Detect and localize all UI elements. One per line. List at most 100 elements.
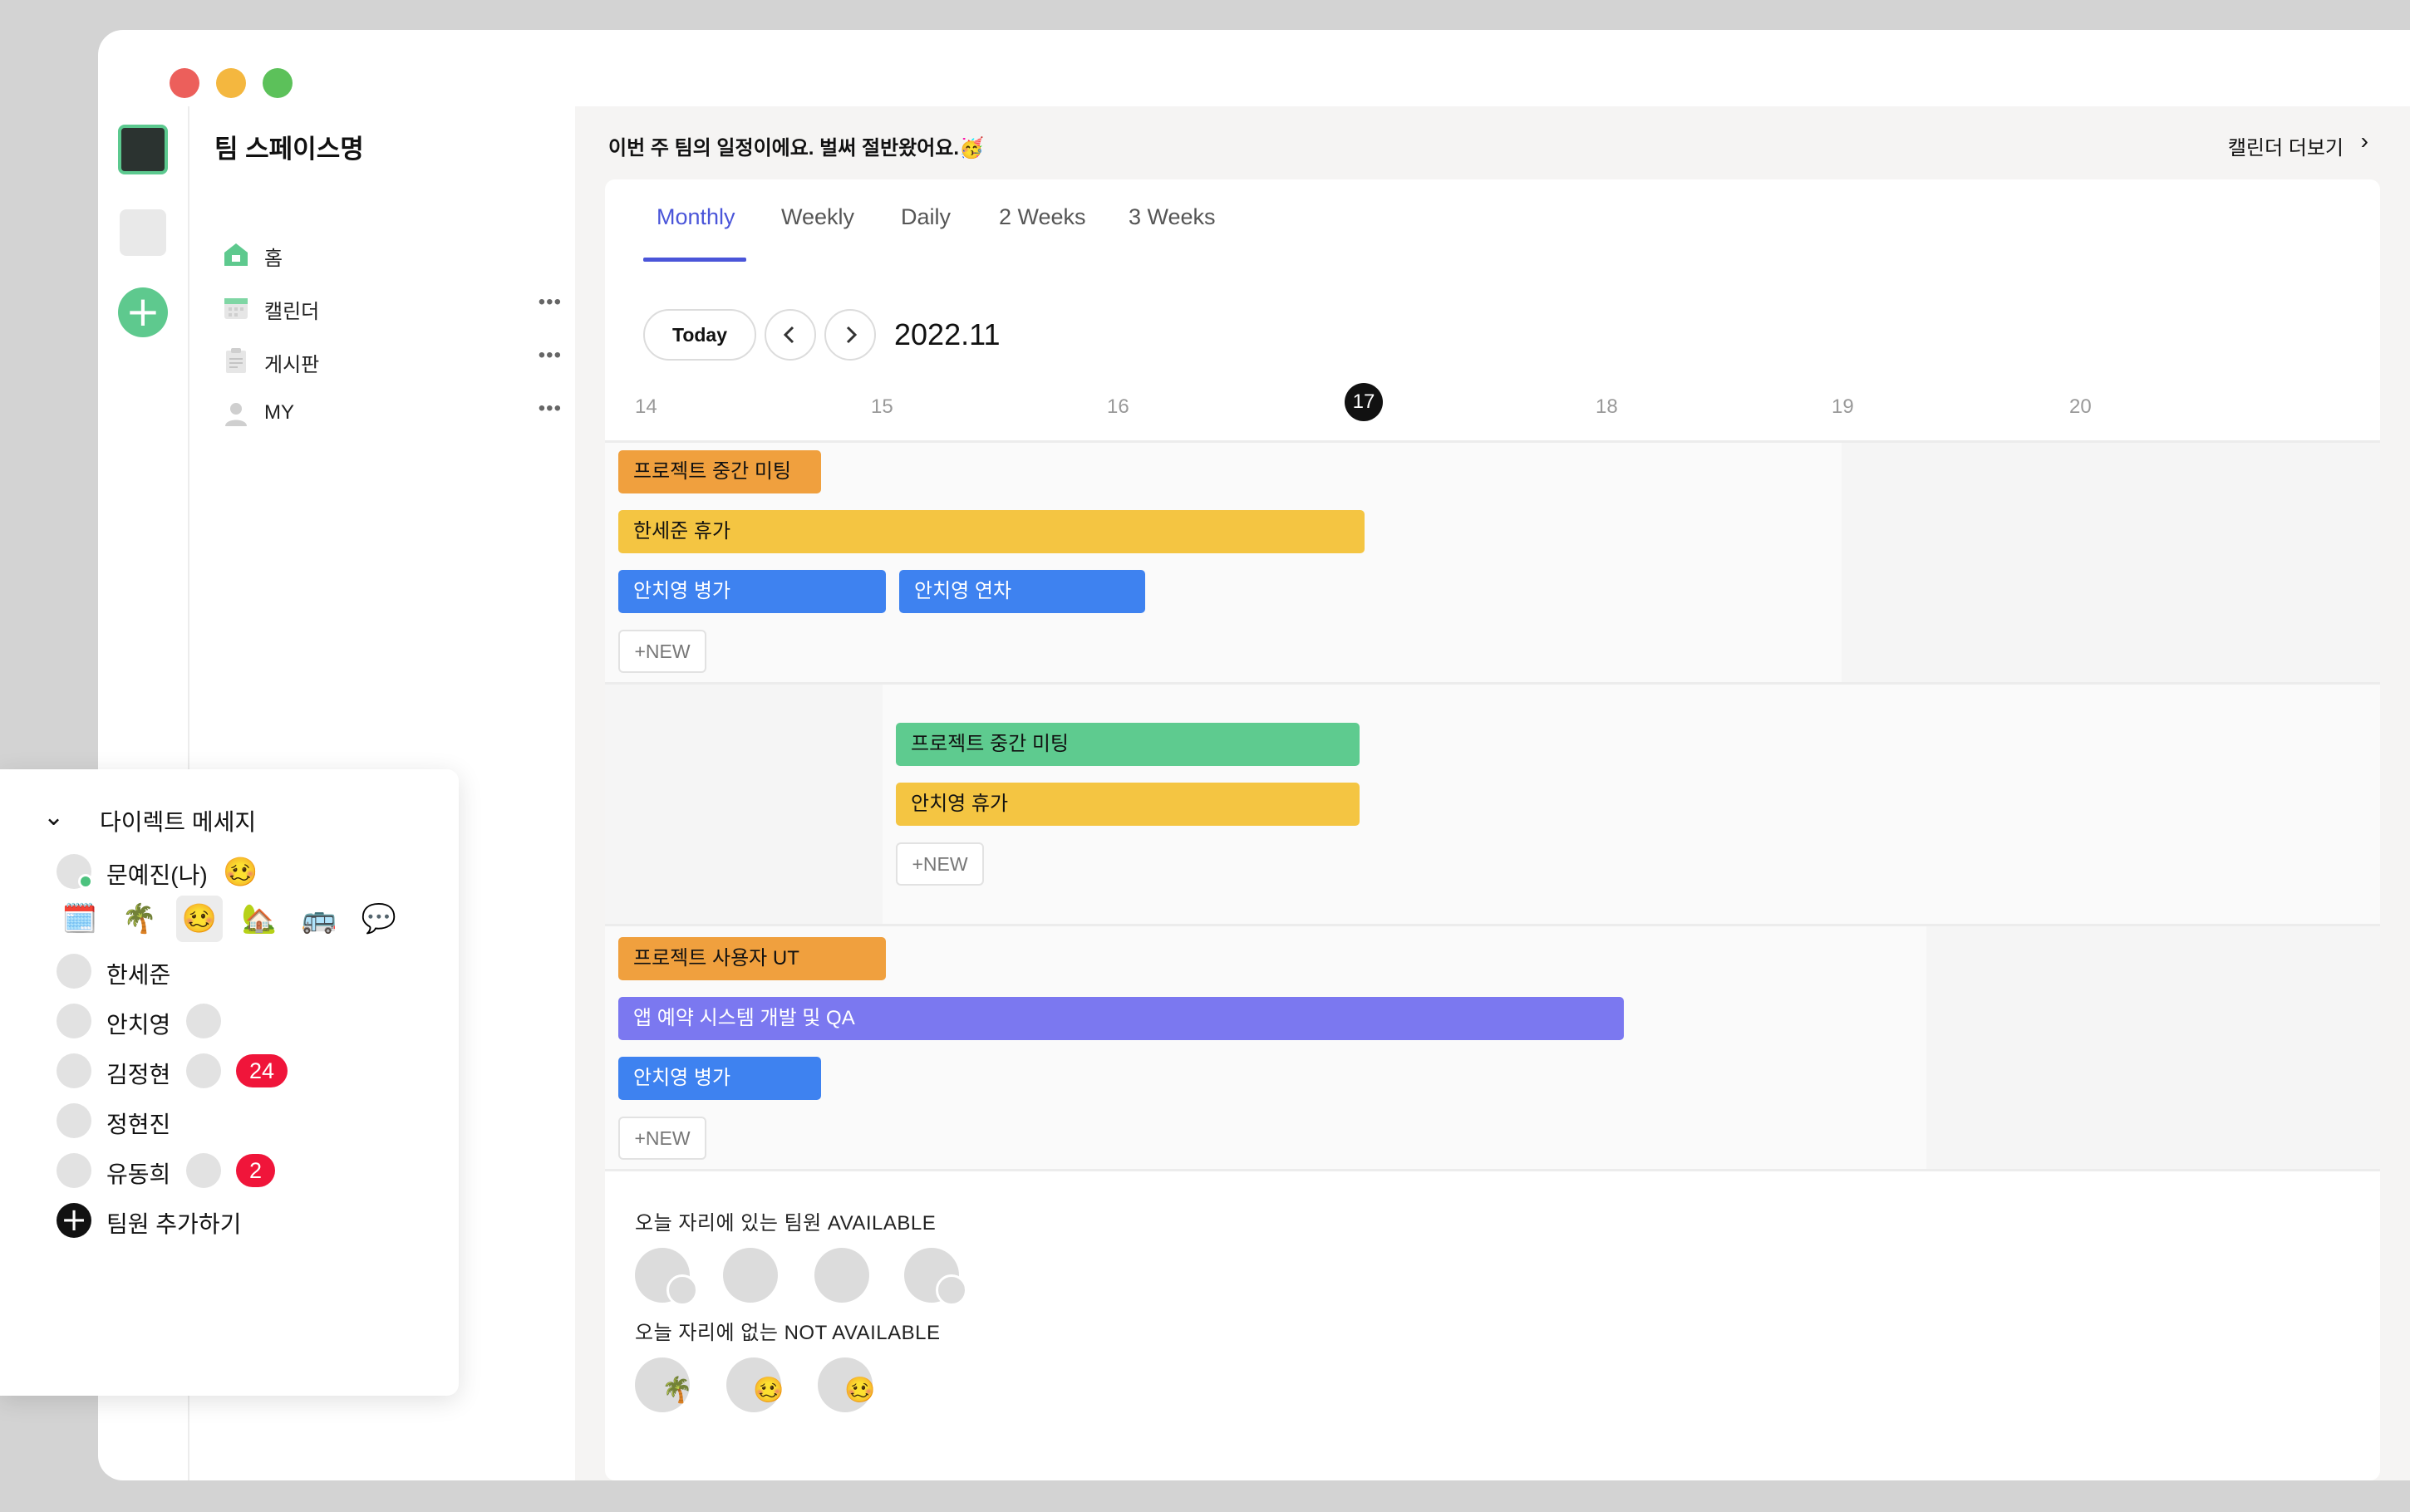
- avatar: [57, 1004, 91, 1038]
- dm-item[interactable]: 유동희 2: [57, 1151, 439, 1190]
- day-label: 16: [1107, 395, 1129, 418]
- day-label: 19: [1832, 395, 1854, 418]
- woozy-face-icon: 🥴: [753, 1376, 784, 1405]
- bus-icon[interactable]: 🚌: [296, 896, 342, 942]
- event-bar[interactable]: 프로젝트 중간 미팅: [896, 723, 1360, 766]
- calendar-panel: Monthly Weekly Daily 2 Weeks 3 Weeks Tod…: [605, 179, 2380, 1480]
- calendar-more-link[interactable]: 캘린더 더보기: [2228, 131, 2344, 160]
- house-icon[interactable]: 🏡: [236, 896, 283, 942]
- minimize-window-button[interactable]: [216, 68, 246, 98]
- main-content: 이번 주 팀의 일정이에요. 벌써 절반왔어요.🥳 캘린더 더보기 › Mont…: [575, 106, 2410, 1480]
- tab-daily[interactable]: Daily: [901, 204, 951, 230]
- event-bar[interactable]: 한세준 휴가: [618, 510, 1365, 553]
- add-workspace-button[interactable]: +: [118, 287, 168, 337]
- event-bar[interactable]: 안치영 병가: [618, 1057, 821, 1100]
- chevron-right-icon[interactable]: ›: [2361, 128, 2368, 155]
- member-name: 김정현: [106, 1062, 171, 1087]
- status-icon: [186, 1004, 221, 1038]
- day-label: 18: [1596, 395, 1618, 418]
- sidebar-item-home[interactable]: 홈: [223, 236, 563, 272]
- today-button[interactable]: Today: [643, 309, 756, 361]
- member-name: 문예진(나): [106, 862, 208, 888]
- maximize-window-button[interactable]: [263, 68, 293, 98]
- tab-3-weeks[interactable]: 3 Weeks: [1129, 204, 1216, 230]
- workspace-placeholder[interactable]: [120, 209, 166, 256]
- not-available-title: 오늘 자리에 없는 NOT AVAILABLE: [635, 1322, 941, 1344]
- add-member-label: 팀원 추가하기: [106, 1211, 242, 1237]
- more-options-icon[interactable]: •••: [539, 397, 562, 420]
- workspace-thumbnail[interactable]: [118, 125, 168, 174]
- unread-badge: 2: [236, 1154, 276, 1187]
- woozy-face-icon[interactable]: 🥴: [223, 856, 258, 889]
- event-bar[interactable]: 안치영 병가: [618, 570, 886, 613]
- status-icon: [186, 1153, 221, 1188]
- sidebar-item-my[interactable]: MY •••: [223, 395, 563, 432]
- team-name: 팀 스페이스명: [214, 135, 364, 164]
- palm-tree-icon: 🌴: [662, 1376, 693, 1405]
- day-label: 14: [635, 395, 657, 418]
- speech-bubble-icon[interactable]: 💬: [356, 896, 402, 942]
- member-name: 유동희: [106, 1161, 171, 1187]
- chevron-down-icon[interactable]: ⌄: [43, 803, 64, 832]
- tab-weekly[interactable]: Weekly: [781, 204, 854, 230]
- current-month: 2022.11: [894, 317, 1001, 351]
- new-event-button[interactable]: +NEW: [618, 1117, 706, 1160]
- avatar[interactable]: [723, 1248, 778, 1303]
- avatar: [57, 1103, 91, 1138]
- prev-month-button[interactable]: [765, 309, 816, 361]
- direct-message-panel: ⌄ 다이렉트 메세지 문예진(나) 🥴 🗓️ 🌴 🥴 🏡 🚌 💬 한세준 안치영…: [0, 769, 459, 1396]
- direct-message-title: 다이렉트 메세지: [100, 809, 257, 835]
- more-options-icon[interactable]: •••: [539, 291, 562, 314]
- more-options-icon[interactable]: •••: [539, 344, 562, 367]
- person-icon: [225, 403, 247, 426]
- tab-2-weeks[interactable]: 2 Weeks: [999, 204, 1086, 230]
- event-bar[interactable]: 프로젝트 중간 미팅: [618, 450, 821, 493]
- row-divider: [605, 1169, 2380, 1171]
- new-event-button[interactable]: +NEW: [896, 842, 984, 886]
- new-event-button[interactable]: +NEW: [618, 630, 706, 673]
- avatar: [57, 954, 91, 989]
- status-dot: [666, 1274, 698, 1306]
- day-label: 15: [871, 395, 893, 418]
- next-month-button[interactable]: [824, 309, 876, 361]
- dm-item[interactable]: 정현진: [57, 1102, 439, 1140]
- add-member-button[interactable]: + 팀원 추가하기: [57, 1201, 439, 1240]
- week-banner: 이번 주 팀의 일정이에요. 벌써 절반왔어요.🥳: [608, 137, 984, 160]
- member-name: 안치영: [106, 1012, 171, 1038]
- event-bar[interactable]: 앱 예약 시스템 개발 및 QA: [618, 997, 1624, 1040]
- event-bar[interactable]: 안치영 휴가: [896, 783, 1360, 826]
- chevron-right-icon: [846, 326, 858, 344]
- active-tab-indicator: [643, 258, 746, 262]
- tab-monthly[interactable]: Monthly: [657, 204, 735, 230]
- close-window-button[interactable]: [170, 68, 199, 98]
- calendar-emoji-icon[interactable]: 🗓️: [57, 896, 103, 942]
- dm-item-me[interactable]: 문예진(나) 🥴: [57, 852, 439, 891]
- palm-tree-icon[interactable]: 🌴: [116, 896, 163, 942]
- empty-day-area: [1842, 443, 2380, 682]
- event-bar[interactable]: 프로젝트 사용자 UT: [618, 937, 886, 980]
- chevron-left-icon: [783, 326, 794, 344]
- sidebar-item-label: 홈: [264, 248, 283, 270]
- sidebar-item-label: 게시판: [264, 354, 320, 376]
- avatar[interactable]: [814, 1248, 869, 1303]
- status-icon: [186, 1053, 221, 1088]
- avatar: [57, 1053, 91, 1088]
- plus-icon: +: [57, 1203, 91, 1238]
- sidebar-item-board[interactable]: 게시판 •••: [223, 342, 563, 379]
- event-bar[interactable]: 안치영 연차: [899, 570, 1145, 613]
- empty-day-area: [605, 685, 883, 924]
- dm-item[interactable]: 안치영: [57, 1002, 439, 1040]
- woozy-face-icon[interactable]: 🥴: [176, 896, 223, 942]
- day-label: 20: [2069, 395, 2092, 418]
- member-name: 정현진: [106, 1112, 171, 1137]
- online-status-dot: [78, 874, 93, 889]
- empty-day-area: [1926, 926, 2380, 1169]
- dm-item[interactable]: 김정현 24: [57, 1052, 439, 1090]
- today-day-marker[interactable]: 17: [1345, 383, 1383, 421]
- sidebar-item-calendar[interactable]: 캘린더 •••: [223, 289, 563, 326]
- sidebar-item-label: 캘린더: [264, 301, 320, 323]
- sidebar-item-label: MY: [264, 401, 294, 424]
- unread-badge: 24: [236, 1054, 288, 1087]
- calendar-icon: [224, 298, 248, 319]
- dm-item[interactable]: 한세준: [57, 952, 439, 990]
